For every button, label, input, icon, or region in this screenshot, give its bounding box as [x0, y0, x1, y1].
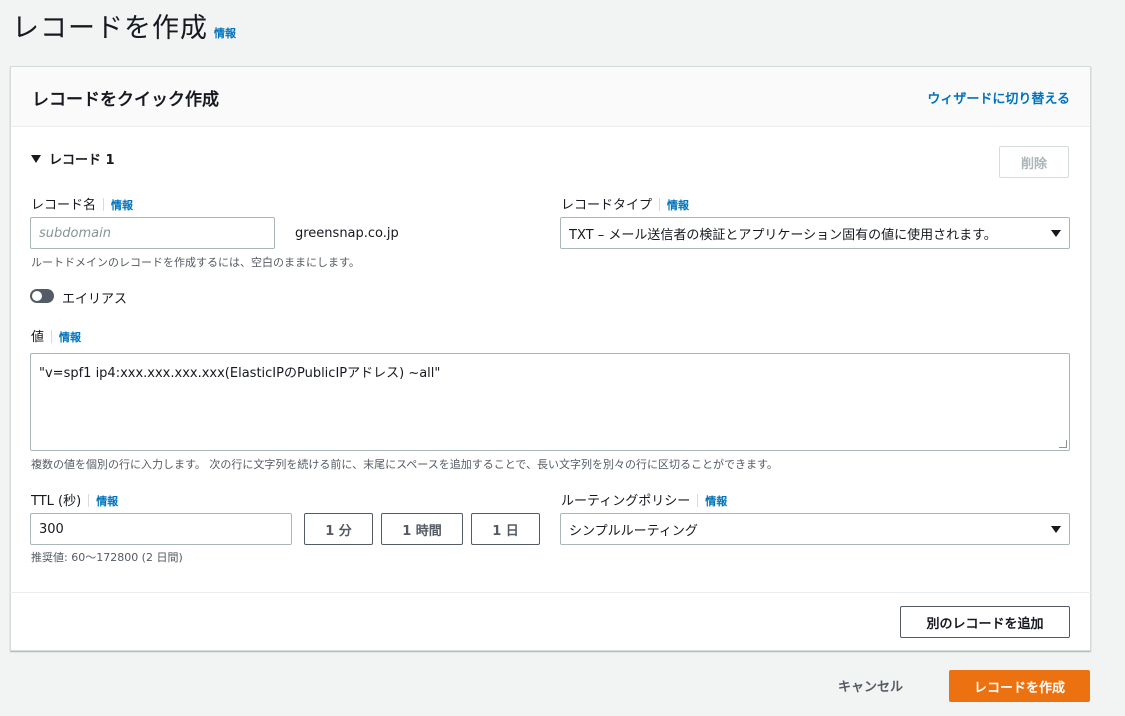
- domain-suffix: greensnap.co.jp: [295, 226, 399, 241]
- ttl-label: TTL (秒): [31, 494, 82, 509]
- toggle-knob: [32, 291, 42, 301]
- label-separator: [51, 330, 53, 343]
- label-separator: [697, 494, 699, 507]
- ttl-label-row: TTL (秒) 情報: [31, 490, 118, 509]
- panel-title: レコードをクイック作成: [32, 90, 219, 110]
- page-info-link[interactable]: 情報: [214, 25, 236, 41]
- record-type-selected: TXT – メール送信者の検証とアプリケーション固有の値に使用されます。: [569, 227, 997, 243]
- panel-footer-divider: [10, 592, 1091, 593]
- record-section-toggle[interactable]: レコード 1: [31, 149, 115, 168]
- record-name-label-row: レコード名 情報: [31, 194, 133, 213]
- routing-label: ルーティングポリシー: [561, 494, 691, 509]
- value-hint: 複数の値を個別の行に入力します。 次の行に文字列を続ける前に、末尾にスペースを追…: [31, 458, 778, 471]
- switch-to-wizard-link[interactable]: ウィザードに切り替える: [927, 88, 1070, 107]
- create-record-button[interactable]: レコードを作成: [949, 670, 1090, 702]
- dropdown-caret-icon: [1051, 229, 1061, 237]
- dropdown-caret-icon: [1051, 525, 1061, 533]
- label-separator: [103, 198, 105, 211]
- value-label-row: 値 情報: [31, 326, 81, 345]
- ttl-input[interactable]: 300: [30, 513, 292, 545]
- ttl-1-minute-button[interactable]: 1 分: [304, 513, 373, 545]
- record-name-label: レコード名: [31, 198, 97, 213]
- record-type-select[interactable]: TXT – メール送信者の検証とアプリケーション固有の値に使用されます。: [560, 217, 1070, 249]
- alias-label: エイリアス: [62, 292, 128, 307]
- record-type-label-row: レコードタイプ 情報: [561, 194, 689, 213]
- value-textarea[interactable]: "v=spf1 ip4:xxx.xxx.xxx.xxx(ElasticIPのPu…: [30, 353, 1070, 451]
- ttl-1-hour-button[interactable]: 1 時間: [381, 513, 463, 545]
- ttl-info-link[interactable]: 情報: [96, 495, 118, 508]
- label-separator: [88, 494, 90, 507]
- value-info-link[interactable]: 情報: [59, 331, 81, 344]
- record-name-hint: ルートドメインのレコードを作成するには、空白のままにします。: [31, 256, 360, 269]
- resize-handle-icon[interactable]: [1059, 440, 1067, 448]
- ttl-hint: 推奨値: 60〜172800 (2 日間): [31, 551, 183, 564]
- alias-toggle[interactable]: [30, 289, 54, 303]
- record-type-label: レコードタイプ: [561, 198, 653, 213]
- record-name-input[interactable]: subdomain: [30, 217, 275, 249]
- delete-button[interactable]: 削除: [999, 146, 1069, 178]
- value-text: "v=spf1 ip4:xxx.xxx.xxx.xxx(ElasticIPのPu…: [39, 366, 441, 381]
- record-name-placeholder: subdomain: [39, 225, 111, 241]
- add-record-button[interactable]: 別のレコードを追加: [900, 606, 1070, 638]
- ttl-value: 300: [39, 521, 64, 537]
- record-name-info-link[interactable]: 情報: [111, 199, 133, 212]
- routing-policy-select[interactable]: シンプルルーティング: [560, 513, 1070, 545]
- record-section-label: レコード 1: [49, 153, 115, 168]
- page-title: レコードを作成: [12, 13, 208, 44]
- label-separator: [659, 198, 661, 211]
- cancel-button[interactable]: キャンセル: [838, 676, 903, 695]
- value-label: 値: [31, 330, 45, 345]
- ttl-1-day-button[interactable]: 1 日: [471, 513, 540, 545]
- panel-header: レコードをクイック作成 ウィザードに切り替える: [11, 67, 1090, 127]
- routing-label-row: ルーティングポリシー 情報: [561, 490, 727, 509]
- routing-info-link[interactable]: 情報: [705, 495, 727, 508]
- caret-down-icon: [31, 154, 41, 163]
- routing-selected: シンプルルーティング: [569, 523, 698, 539]
- record-type-info-link[interactable]: 情報: [667, 199, 689, 212]
